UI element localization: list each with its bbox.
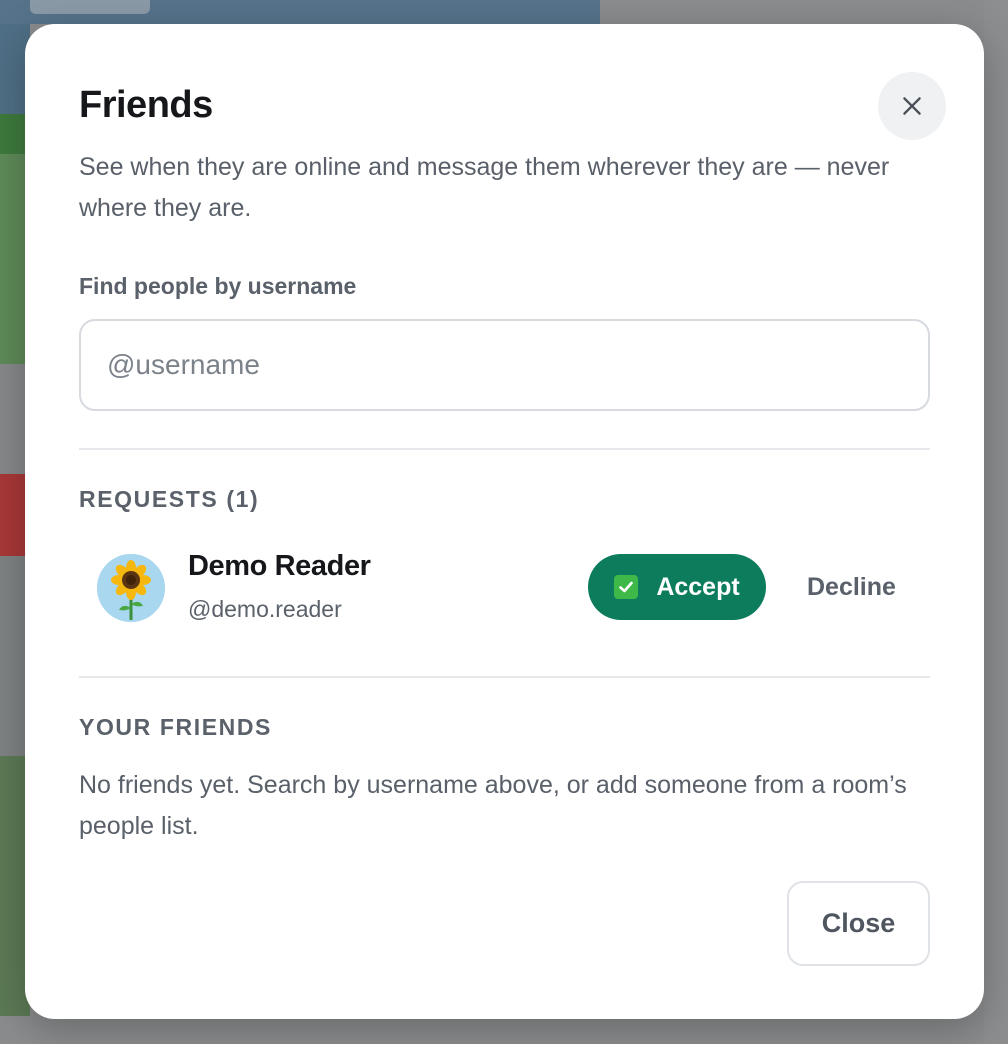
dialog-close-button[interactable] (878, 72, 946, 140)
username-search-input[interactable] (79, 319, 930, 411)
background-topbar (0, 0, 600, 24)
check-icon (614, 575, 639, 599)
divider (79, 448, 930, 450)
background-panel (984, 0, 1008, 1044)
friends-heading: YOUR FRIENDS (79, 714, 272, 740)
requester-handle: @demo.reader (188, 596, 342, 622)
friends-empty-state: No friends yet. Search by username above… (79, 771, 907, 840)
background-topbar-pill (30, 0, 150, 14)
dialog-title: Friends (79, 84, 213, 126)
close-icon (903, 97, 921, 115)
accept-label: Accept (656, 572, 740, 601)
accept-request-button[interactable]: Accept (588, 554, 766, 620)
sunflower-avatar (97, 554, 165, 622)
decline-request-button[interactable]: Decline (795, 554, 908, 620)
friends-dialog: Friends See when they are online and mes… (25, 24, 984, 1019)
requester-name: Demo Reader (188, 550, 371, 582)
close-button[interactable]: Close (787, 881, 930, 966)
friend-request-row: Demo Reader @demo.reader Accept Decline (79, 544, 930, 634)
requests-heading: REQUESTS (1) (79, 486, 260, 512)
sunflower-icon (97, 554, 165, 622)
divider (79, 676, 930, 678)
search-label: Find people by username (79, 273, 357, 299)
dialog-subtitle: See when they are online and message the… (79, 153, 890, 222)
